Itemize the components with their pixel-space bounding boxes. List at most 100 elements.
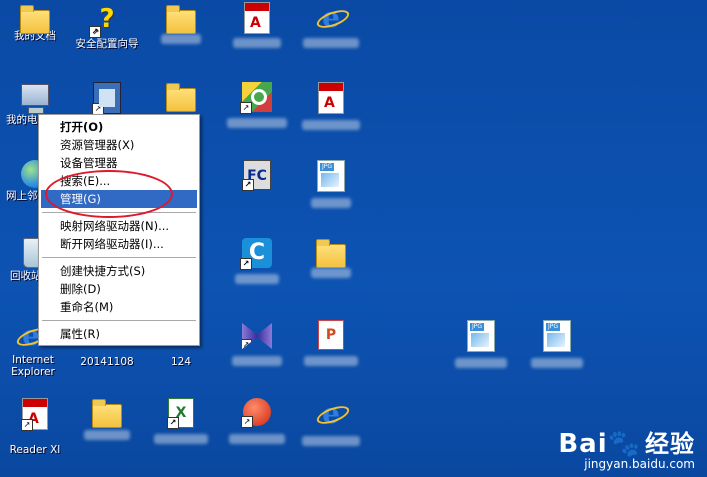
shortcut-arrow-icon: ↗ — [167, 417, 179, 429]
blurred-label — [154, 434, 208, 444]
help-question-icon: ? ↗ — [89, 4, 123, 38]
desktop-icon-pdf-col4-row1[interactable]: A — [222, 2, 292, 51]
desktop-icon-folder-col5-row4[interactable] — [296, 238, 366, 281]
menu-item-create-shortcut[interactable]: 创建快捷方式(S) — [41, 262, 197, 280]
desktop-icon-folder-col2-row6[interactable] — [72, 398, 142, 443]
menu-item-manage[interactable]: 管理(G) — [41, 190, 197, 208]
blurred-label — [232, 356, 282, 366]
shortcut-arrow-icon: ↗ — [240, 258, 252, 270]
desktop-icon-ppt-col5-row5[interactable]: P — [296, 320, 366, 369]
desktop-icon-adobe-reader[interactable]: A ↗ Reader XI — [0, 398, 70, 456]
context-menu: 打开(O) 资源管理器(X) 设备管理器 搜索(E)... 管理(G) 映射网络… — [38, 114, 200, 346]
blurred-label — [311, 268, 351, 278]
desktop-icon-bowtie-shortcut[interactable]: ↗ — [222, 320, 292, 369]
blurred-label — [304, 356, 358, 366]
icon-label — [222, 356, 292, 369]
desktop-icon-jpg-col6[interactable]: JPG — [446, 320, 516, 371]
icon-label — [146, 34, 216, 47]
icon-label — [296, 198, 366, 211]
icon-label: 20141108 — [80, 356, 134, 368]
desktop-icon-ie-col5-row6[interactable]: e — [296, 398, 366, 449]
desktop-icon-folder-col3-row2[interactable] — [146, 82, 216, 112]
icon-label — [296, 356, 366, 369]
icon-label — [296, 38, 366, 51]
search-tool-icon: ↗ — [240, 82, 272, 114]
jpg-file-icon: JPG — [317, 160, 345, 192]
desktop-icon-jpg-col7[interactable]: JPG — [522, 320, 592, 371]
icon-label — [222, 118, 292, 131]
desktop-icon-fc-shortcut[interactable]: FC ↗ — [222, 160, 292, 191]
blurred-label — [311, 198, 351, 208]
menu-separator — [42, 212, 196, 213]
blurred-label — [531, 358, 583, 368]
blurred-label — [302, 120, 360, 130]
icon-label — [296, 120, 366, 133]
blurred-label — [235, 274, 279, 284]
folder-icon — [92, 399, 122, 428]
menu-item-rename[interactable]: 重命名(M) — [41, 298, 197, 316]
icon-label: 124 — [170, 356, 192, 368]
watermark-brand: Bai — [558, 429, 608, 459]
blurred-label — [161, 34, 201, 44]
desktop-icon-app-col4-row2[interactable]: ↗ — [222, 82, 292, 131]
folder-icon — [166, 83, 196, 112]
desktop-icon-security-wizard[interactable]: ? ↗ 安全配置向导 — [72, 4, 142, 50]
menu-separator — [42, 320, 196, 321]
blurred-label — [227, 118, 287, 128]
icon-label — [222, 38, 292, 51]
blurred-label — [302, 436, 360, 446]
icon-label — [222, 434, 292, 447]
excel-icon: X ↗ — [167, 398, 194, 429]
blurred-label — [455, 358, 507, 368]
blurred-label — [303, 38, 359, 48]
paw-icon: 🐾 — [607, 429, 641, 459]
desktop-icon-excel-shortcut[interactable]: X ↗ — [146, 398, 216, 447]
desktop-icon-jpg-col5-row3[interactable]: JPG — [296, 160, 366, 211]
pdf-file-icon: A — [244, 2, 270, 34]
menu-item-search[interactable]: 搜索(E)... — [41, 172, 197, 190]
icon-label — [522, 358, 592, 371]
menu-item-disconnect-network-drive[interactable]: 断开网络驱动器(I)... — [41, 235, 197, 253]
menu-item-map-network-drive[interactable]: 映射网络驱动器(N)... — [41, 217, 197, 235]
icon-label — [72, 430, 142, 443]
icon-label — [146, 434, 216, 447]
menu-item-delete[interactable]: 删除(D) — [41, 280, 197, 298]
watermark-logo: Bai🐾 经验 — [558, 424, 695, 459]
security-wizard-label: 安全配置向导 — [75, 38, 139, 50]
fc-app-icon: FC ↗ — [242, 160, 271, 191]
blurred-label — [84, 430, 130, 440]
bowtie-app-icon: ↗ — [242, 323, 272, 349]
shortcut-arrow-icon: ↗ — [241, 416, 253, 428]
jpg-file-icon: JPG — [543, 320, 571, 352]
desktop-icon-ie-col5-row1[interactable]: e — [296, 2, 366, 51]
desktop-icon-pdf-col5-row2[interactable]: A — [296, 82, 366, 133]
desktop-icon-my-documents[interactable]: 我的文档 — [0, 4, 70, 42]
icon-label — [446, 358, 516, 371]
desktop-icon-folder-col3-row1[interactable] — [146, 4, 216, 47]
internet-explorer-icon: e — [315, 398, 347, 430]
shortcut-arrow-icon: ↗ — [240, 102, 252, 114]
desktop-icon-c-shortcut[interactable]: C ↗ — [222, 238, 292, 287]
shortcut-arrow-icon: ↗ — [242, 179, 254, 191]
menu-item-properties[interactable]: 属性(R) — [41, 325, 197, 343]
powerpoint-icon: P — [318, 320, 344, 350]
pdf-file-icon: A — [318, 82, 344, 114]
shortcut-arrow-icon: ↗ — [89, 26, 101, 38]
menu-item-device-manager[interactable]: 设备管理器 — [41, 154, 197, 172]
icon-label — [296, 436, 366, 449]
desktop-icon-red-app-shortcut[interactable]: ↗ — [222, 398, 292, 447]
shortcut-arrow-icon: ↗ — [21, 419, 33, 431]
watermark-url: jingyan.baidu.com — [584, 457, 695, 471]
computer-icon — [21, 84, 49, 114]
shortcut-arrow-icon: ↗ — [242, 339, 252, 349]
blurred-label — [233, 38, 281, 48]
menu-item-explorer[interactable]: 资源管理器(X) — [41, 136, 197, 154]
folder-icon — [166, 5, 196, 34]
desktop-icon-media-shortcut[interactable]: ↗ — [72, 82, 142, 115]
icon-label: 安全配置向导 — [72, 38, 142, 50]
blurred-label — [229, 434, 285, 444]
internet-explorer-icon: e — [315, 2, 347, 34]
menu-item-open[interactable]: 打开(O) — [41, 118, 197, 136]
icon-label: Internet Explorer — [11, 354, 55, 378]
my-documents-folder-icon — [20, 5, 50, 34]
